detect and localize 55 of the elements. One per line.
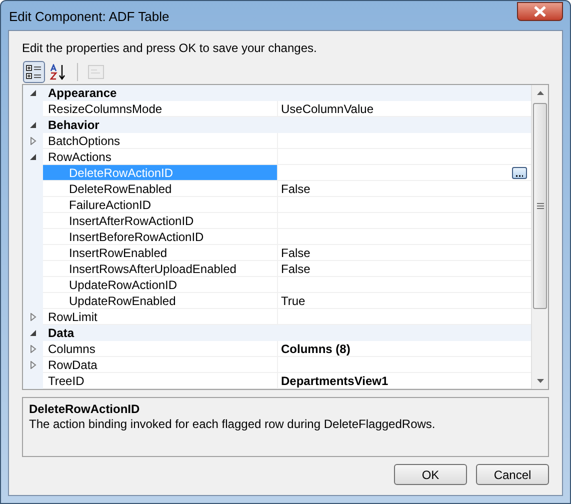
ellipsis-button[interactable] <box>512 166 527 178</box>
scroll-down-icon <box>536 379 544 383</box>
property-name[interactable]: InsertRowEnabled <box>43 245 278 260</box>
collapse-icon[interactable] <box>30 89 36 97</box>
expand-icon[interactable] <box>30 345 36 353</box>
property-name[interactable]: RowLimit <box>43 309 278 324</box>
scrollbar[interactable] <box>531 85 548 389</box>
property-value[interactable]: False <box>281 260 310 278</box>
property-name[interactable]: UpdateRowActionID <box>43 277 278 292</box>
property-name[interactable]: RowActions <box>43 149 278 164</box>
dialog-button[interactable]: OK <box>394 464 467 485</box>
category-label[interactable]: Appearance <box>48 86 117 100</box>
sort-az-icon <box>50 64 68 80</box>
property-name[interactable]: FailureActionID <box>43 197 278 212</box>
instruction-text: Edit the properties and press OK to save your changes. <box>22 40 317 57</box>
scroll-up-icon <box>536 91 544 95</box>
property-name[interactable]: InsertBeforeRowActionID <box>43 229 278 244</box>
property-value[interactable]: False <box>281 180 310 198</box>
window-title: Edit Component: ADF Table <box>9 8 170 26</box>
property-name[interactable]: Columns <box>43 341 278 356</box>
collapse-icon[interactable] <box>30 121 36 129</box>
scroll-thumb[interactable] <box>533 103 547 309</box>
property-pages-icon <box>88 64 104 78</box>
categorized-button[interactable] <box>23 60 45 82</box>
property-name[interactable]: ResizeColumnsMode <box>43 101 278 116</box>
expand-icon[interactable] <box>30 137 36 145</box>
collapse-icon[interactable] <box>30 329 36 337</box>
close-button[interactable] <box>517 2 563 21</box>
property-name[interactable]: InsertAfterRowActionID <box>43 213 278 228</box>
category-row[interactable]: Behavior <box>43 117 531 133</box>
property-name[interactable]: DeleteRowEnabled <box>43 181 278 196</box>
property-value[interactable]: DepartmentsView1 <box>281 372 388 389</box>
property-value[interactable]: False <box>281 244 310 262</box>
expand-icon[interactable] <box>30 361 36 369</box>
grip-icon <box>536 203 544 209</box>
category-row[interactable]: Data <box>43 325 531 341</box>
ellipsis-icon <box>516 174 523 178</box>
property-name[interactable]: TreeID <box>43 373 278 388</box>
categorized-icon <box>26 64 42 80</box>
property-name[interactable]: UpdateRowEnabled <box>43 293 278 308</box>
category-label[interactable]: Data <box>48 326 74 340</box>
property-value[interactable]: True <box>281 292 306 310</box>
property-name[interactable]: BatchOptions <box>43 133 278 148</box>
property-value[interactable]: UseColumnValue <box>281 100 374 118</box>
category-row[interactable]: Appearance <box>43 85 531 101</box>
close-icon <box>534 6 546 17</box>
description-text: The action binding invoked for each flagged row during DeleteFlaggedRows. <box>29 417 436 432</box>
property-value[interactable]: Columns (8) <box>281 340 350 358</box>
collapse-icon[interactable] <box>30 153 36 161</box>
category-label[interactable]: Behavior <box>48 118 100 132</box>
expand-icon[interactable] <box>30 313 36 321</box>
property-name[interactable]: RowData <box>43 357 278 372</box>
dialog-button[interactable]: Cancel <box>476 464 549 485</box>
description-title: DeleteRowActionID <box>29 402 141 417</box>
property-name[interactable]: InsertRowsAfterUploadEnabled <box>43 261 278 276</box>
